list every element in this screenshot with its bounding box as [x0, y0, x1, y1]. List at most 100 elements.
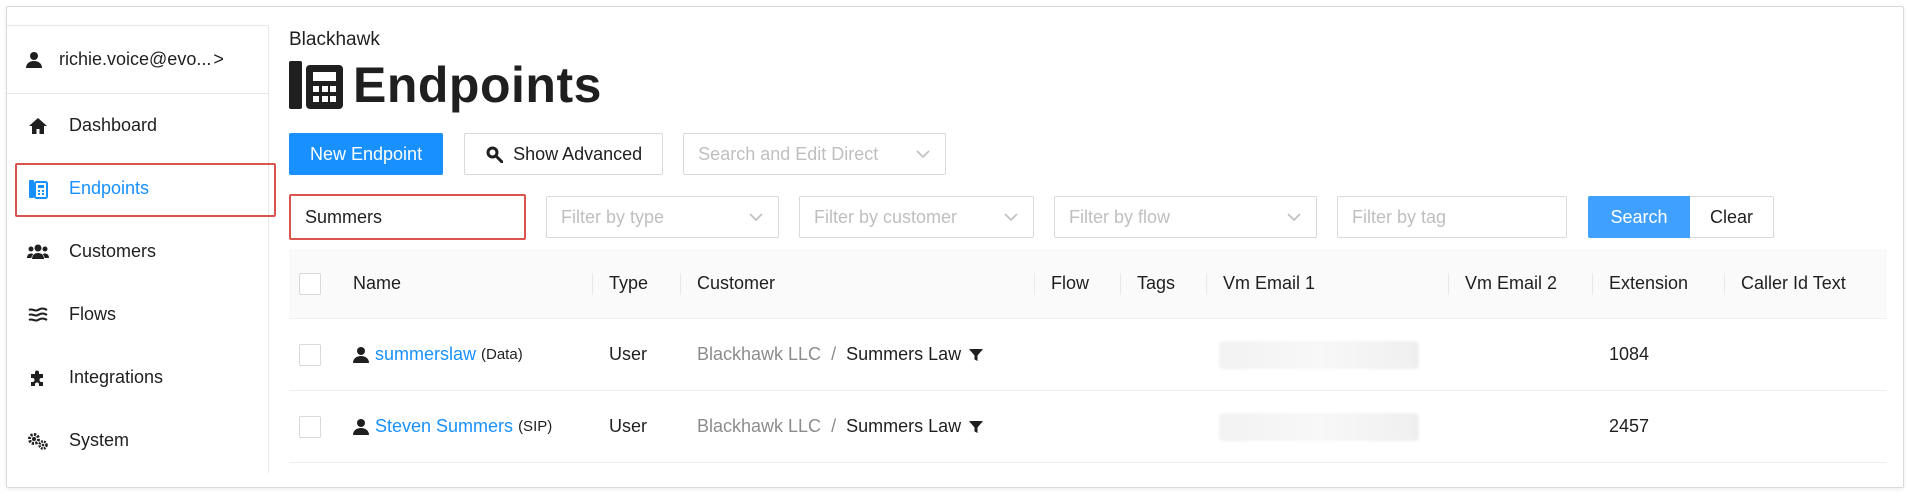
endpoint-name-link[interactable]: Steven Summers	[375, 416, 513, 437]
sidebar-item-customers[interactable]: Customers	[7, 220, 268, 283]
chevron-down-icon	[748, 209, 764, 225]
breadcrumb-separator: /	[831, 344, 837, 364]
column-header-flow[interactable]: Flow	[1035, 249, 1121, 318]
tags-cell	[1121, 319, 1207, 390]
endpoint-name-link[interactable]: summerslaw	[375, 344, 476, 365]
sidebar-item-label: Integrations	[69, 367, 164, 387]
filter-bar: Filter by type Filter by customer Filter…	[289, 194, 1883, 240]
select-all-checkbox[interactable]	[299, 272, 321, 295]
search-button[interactable]: Search	[1588, 196, 1690, 238]
breadcrumb-separator: /	[831, 416, 837, 436]
sidebar-item-endpoints[interactable]: Endpoints	[7, 157, 276, 220]
type-cell: User	[609, 416, 648, 436]
vm-email-2-cell	[1449, 319, 1593, 390]
table-row: Steven Summers (SIP) User Blackhawk LLC …	[289, 391, 1887, 463]
app-window: richie.voice@evo... > Dashboard Endpoint…	[6, 6, 1904, 488]
filter-flow-select[interactable]: Filter by flow	[1054, 196, 1317, 238]
column-header-extension[interactable]: Extension	[1593, 249, 1725, 318]
row-checkbox-cell	[289, 391, 337, 462]
chevron-down-icon	[1003, 209, 1019, 225]
sidebar-item-label: Flows	[69, 304, 117, 324]
tags-cell	[1121, 391, 1207, 462]
filter-icon[interactable]	[969, 348, 984, 362]
filter-icon[interactable]	[969, 420, 984, 434]
endpoints-table: Name Type Customer Flow Tags Vm Email 1 …	[289, 249, 1887, 463]
select-placeholder: Filter by flow	[1069, 206, 1171, 227]
vm-email-1-cell	[1207, 391, 1449, 462]
filter-tag-input[interactable]	[1337, 196, 1567, 238]
column-header-customer[interactable]: Customer	[681, 249, 1035, 318]
toolbar: New Endpoint Show Advanced Search and Ed…	[289, 133, 1883, 175]
flow-cell	[1035, 319, 1121, 390]
puzzle-icon	[27, 367, 49, 389]
header-checkbox-cell	[289, 249, 337, 318]
show-advanced-button[interactable]: Show Advanced	[464, 133, 664, 175]
column-header-type[interactable]: Type	[593, 249, 681, 318]
name-cell: Steven Summers (SIP)	[337, 391, 593, 462]
column-header-tags[interactable]: Tags	[1121, 249, 1207, 318]
sidebar-item-dashboard[interactable]: Dashboard	[7, 94, 268, 157]
column-header-vm-email-1[interactable]: Vm Email 1	[1207, 249, 1449, 318]
zoom-search-icon	[485, 145, 504, 163]
customers-icon	[27, 241, 49, 263]
column-header-name[interactable]: Name	[337, 249, 593, 318]
clear-button[interactable]: Clear	[1690, 196, 1774, 238]
vm-email-2-cell	[1449, 391, 1593, 462]
endpoints-icon	[289, 59, 345, 111]
user-icon	[353, 346, 369, 364]
row-checkbox[interactable]	[299, 343, 321, 366]
table-header: Name Type Customer Flow Tags Vm Email 1 …	[289, 249, 1887, 319]
filter-type-select[interactable]: Filter by type	[546, 196, 779, 238]
flow-cell	[1035, 391, 1121, 462]
chevron-right-icon: >	[213, 49, 224, 69]
table-row: summerslaw (Data) User Blackhawk LLC / S…	[289, 319, 1887, 391]
new-endpoint-button[interactable]: New Endpoint	[289, 133, 444, 175]
select-placeholder: Filter by customer	[814, 206, 958, 227]
caller-id-cell	[1725, 319, 1887, 390]
endpoint-kind: (SIP)	[518, 418, 553, 435]
extension-cell: 1084	[1609, 344, 1650, 364]
select-placeholder: Filter by type	[561, 206, 665, 227]
sidebar-item-label: Endpoints	[69, 178, 150, 198]
vm-email-1-cell	[1207, 319, 1449, 390]
row-checkbox-cell	[289, 319, 337, 390]
customer-parent[interactable]: Blackhawk LLC	[697, 344, 821, 365]
home-icon	[27, 115, 49, 137]
gears-icon	[27, 430, 49, 452]
chevron-down-icon	[1286, 209, 1302, 225]
customer-child[interactable]: Summers Law	[846, 344, 961, 365]
org-name: Blackhawk	[289, 29, 380, 50]
customer-parent[interactable]: Blackhawk LLC	[697, 416, 821, 437]
redacted-email	[1219, 340, 1419, 369]
sidebar-item-label: Dashboard	[69, 115, 158, 135]
column-header-caller-id-text[interactable]: Caller Id Text	[1725, 249, 1887, 318]
page-title: Endpoints	[353, 57, 602, 113]
filter-customer-select[interactable]: Filter by customer	[799, 196, 1034, 238]
search-input[interactable]	[289, 194, 526, 240]
column-header-vm-email-2[interactable]: Vm Email 2	[1449, 249, 1593, 318]
caller-id-cell	[1725, 391, 1887, 462]
customer-child[interactable]: Summers Law	[846, 416, 961, 437]
row-checkbox[interactable]	[299, 415, 321, 438]
user-icon	[25, 51, 43, 69]
name-cell: summerslaw (Data)	[337, 319, 593, 390]
select-placeholder: Search and Edit Direct	[698, 143, 879, 164]
user-menu[interactable]: richie.voice@evo... >	[7, 26, 268, 94]
sidebar-item-label: System	[69, 430, 130, 450]
chevron-down-icon	[915, 146, 931, 162]
search-edit-direct-select[interactable]: Search and Edit Direct	[683, 133, 947, 175]
extension-cell: 2457	[1609, 416, 1650, 436]
user-email: richie.voice@evo...	[59, 49, 212, 69]
user-icon	[353, 418, 369, 436]
customer-cell: Blackhawk LLC / Summers Law	[681, 319, 1035, 390]
customer-cell: Blackhawk LLC / Summers Law	[681, 391, 1035, 462]
endpoints-icon	[27, 178, 49, 200]
sidebar-item-integrations[interactable]: Integrations	[7, 346, 268, 409]
main-content: Blackhawk Endpoints New Endpoint Show Ad…	[289, 25, 1887, 463]
sidebar-item-flows[interactable]: Flows	[7, 283, 268, 346]
sidebar-item-system[interactable]: System	[7, 409, 268, 472]
sidebar: richie.voice@evo... > Dashboard Endpoint…	[7, 25, 276, 473]
type-cell: User	[609, 344, 648, 364]
endpoint-kind: (Data)	[481, 346, 523, 363]
flows-icon	[27, 304, 49, 326]
